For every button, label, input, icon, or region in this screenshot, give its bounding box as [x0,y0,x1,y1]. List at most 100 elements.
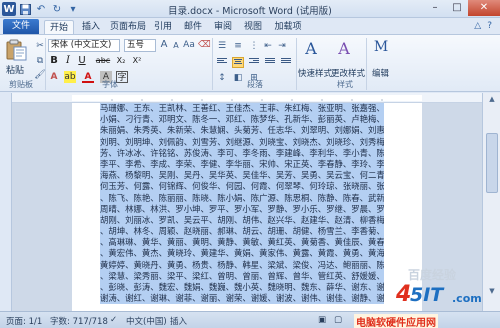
grow-font-icon[interactable]: A [158,39,170,51]
text-line[interactable]: 、高琳琳、黄华、黄丽、黄明、黄静、黄敏、黄红英、黄菊香、黄佳辰、黄春芳、黄晓华 [100,237,384,249]
tab-view[interactable]: 视图 [240,20,266,34]
text-line[interactable]: 、胡坤、林冬、周颖、赵晓丽、郝琳、胡云、胡珊、胡健、杨雪兰、李香菊、王伟、江晓兰 [100,226,384,238]
help-icon[interactable]: ? [487,21,492,31]
text-line[interactable]: 何玉芳、何露、何锦辉、何俊华、何园、何霞、何翠琴、何玲琼、张晓丽、张雪梅、张红 [100,181,384,193]
tab-file[interactable]: 文件 [3,19,39,34]
text-line[interactable]: 马珊娜、王东、王凯林、王善红、王佳杰、王菲、朱红梅、张亚明、张嘉强、邓小娜、郑 [100,103,384,115]
page-count[interactable]: 页面: 1/1 [6,315,42,327]
divider [296,38,297,90]
quick-styles-icon[interactable]: A [300,39,322,63]
undo-icon[interactable]: ↶ [34,2,48,16]
subscript-button[interactable]: X₂ [114,55,128,67]
divider [366,38,367,90]
insert-mode-status[interactable]: 插入 [170,315,187,327]
align-center-icon[interactable] [232,57,244,68]
bullets-icon[interactable]: ☰ [216,40,228,52]
selected-text-block[interactable]: 马珊娜、王东、王凯林、王善红、王佳杰、王菲、朱红梅、张亚明、张嘉强、邓小娜、郑小… [100,103,384,311]
italic-button[interactable]: I [62,55,74,67]
print-layout-icon[interactable]: ▣ [318,315,326,325]
status-bar: 页面: 1/1 字数: 717/718 ✓ 中文(中国) 插入 ▣ ▢ 电脑软硬… [0,311,500,328]
divider [45,38,46,90]
scroll-down-icon[interactable]: ▼ [486,287,498,297]
site-logo-dotcom: .com [452,292,482,305]
tab-home[interactable]: 开始 [44,20,74,34]
font-name-select[interactable]: 宋体 (中文正文) [48,39,120,52]
tab-page-layout[interactable]: 页面布局 [106,20,150,34]
superscript-button[interactable]: X² [130,55,144,67]
ribbon-tabs: 文件 开始 插入 页面布局 引用 邮件 审阅 视图 加载项 △ ? [0,18,500,34]
text-line[interactable]: 、黄宏伟、黄杰、黄晓玲、黄建华、黄娟、黄家伟、黄露、黄霞、黄勇、黄海涛、黄晓强、 [100,248,384,260]
text-line[interactable]: 、梁慧、梁秀丽、梁平、梁红、曾明、曾丽、曾辉、曾华、管红英、舒媛媛、潘颖、彭芳 [100,270,384,282]
align-right-icon[interactable] [248,57,260,68]
paste-button-label[interactable]: 粘贴 [6,63,24,76]
find-binoculars-icon[interactable]: M [370,39,392,63]
increase-indent-icon[interactable]: ⇥ [276,40,288,52]
tab-addins[interactable]: 加载项 [270,20,306,34]
text-line[interactable]: 胡刚、刘丽冰、罗凯、吴云平、胡刚、胡伟、赵兴华、赵建华、赵清、柳香梅、胡海、胡杰 [100,214,384,227]
word-logo-icon[interactable]: W [2,2,16,16]
strikethrough-button[interactable]: abc [94,55,112,67]
text-line[interactable]: 刘明、刘明坤、刘佩韵、刘雪芳、刘继源、刘晓宝、刘晓杰、刘晓珍、刘秀梅、刘国辉、刘 [100,136,384,148]
customize-qat-icon[interactable]: ▾ [66,2,80,16]
tab-references[interactable]: 引用 [150,20,176,34]
line-spacing-icon[interactable]: ↕ [216,72,228,84]
styles-group-label: 样式 [337,80,353,89]
multilevel-list-icon[interactable]: ⋮ [248,40,260,52]
text-line[interactable]: 朱丽娟、朱秀英、朱新荣、朱慧娴、头菊芳、任志华、刘翠明、刘娜娟、刘惠群、刘建军、 [100,125,384,137]
tab-review[interactable]: 审阅 [210,20,236,34]
quick-styles-button[interactable]: 快速样式 [298,67,332,79]
proofing-icon[interactable]: ✓ [110,315,117,325]
divider [212,38,213,90]
align-left-icon[interactable] [216,57,228,68]
text-line[interactable]: 周晴、林娜、林洪、罗小坤、罗平、罗小军、罗静、罗小乐、罗继、罗晨、罗浩、罗华、 [100,203,384,215]
maximize-button[interactable]: □ [446,0,468,16]
text-effects-icon[interactable]: A [48,71,60,83]
document-page[interactable]: 马珊娜、王东、王凯林、王善红、王佳杰、王菲、朱红梅、张亚明、张嘉强、邓小娜、郑小… [72,103,422,311]
underline-button[interactable]: U [76,55,88,67]
change-styles-icon[interactable]: A [333,39,355,63]
ribbon: 粘贴 ✂ ⧉ 🖌 剪贴板 宋体 (中文正文) 五号 A A Aa ⌫ B I U… [0,34,500,92]
justify-icon[interactable] [264,57,276,68]
clear-format-icon[interactable]: ⌫ [198,39,211,51]
save-icon[interactable] [18,2,32,16]
bold-button[interactable]: B [48,55,60,67]
word-count[interactable]: 字数: 717/718 [50,315,108,327]
window-title: 目录.docx - Microsoft Word (试用版) [168,6,332,17]
tab-insert[interactable]: 插入 [78,20,104,34]
baidu-watermark: 百度经验 [408,268,457,282]
close-button[interactable]: ✕ [468,0,500,16]
font-size-select[interactable]: 五号 [124,39,156,52]
scroll-up-icon[interactable]: ▲ [486,95,498,105]
language-status[interactable]: 中文(中国) [126,315,167,327]
vertical-ruler [0,93,12,311]
redo-icon[interactable]: ↻ [50,2,64,16]
minimize-button[interactable]: – [424,0,446,16]
text-line[interactable]: 谢涛、谢红、谢琳、谢菲、谢丽、谢荣、谢媛、谢波、谢伟、谢佳、谢静、谢宏、谢芳、 [100,293,384,305]
site-tagline: 电脑软硬件应用网 [354,314,438,328]
title-bar: W ↶ ↻ ▾ 目录.docx - Microsoft Word (试用版) –… [0,0,500,18]
text-line[interactable]: 李平、李希、李成、李荣、李健、李华丽、宋帅、宋正英、李春静、李玲、李敏、杨海、杨 [100,158,384,171]
tab-mailings[interactable]: 邮件 [180,20,206,34]
text-line[interactable]: 海燕、杨黎明、吴刚、吴丹、吴华英、吴佳华、吴芳、吴勇、吴云宝、何二青、何小骏、 [100,170,384,182]
quick-access-toolbar: W ↶ ↻ ▾ [2,2,80,16]
editing-button[interactable]: 编辑 [372,67,389,79]
text-line[interactable]: 小娟、刁行青、邓明文、陈冬一、邓红、陈梦华、孔新华、彭丽英、卢艳梅、卢雪春、白明… [100,114,384,126]
text-line[interactable]: 、陈飞、陈艳、陈丽丽、陈晓、陈小娟、陈广源、陈思桐、陈静、陈春、武新、苗春、 [100,192,384,204]
distributed-icon[interactable] [280,57,292,68]
shrink-font-icon[interactable]: A [170,40,182,52]
change-styles-button[interactable]: 更改样式 [331,67,365,79]
text-line[interactable]: 黄婷婷、黄晓丹、黄勇、杨贵、杨静、韩星、梁斌、梁俊、冯达、鲍丽丽、陈晶晶、梁洁 [100,259,384,271]
scroll-thumb[interactable] [486,133,498,193]
full-screen-icon[interactable]: ▢ [334,315,342,325]
numbering-icon[interactable]: ≡ [232,40,244,52]
text-line[interactable]: 芳、许冰冰、许铭铭、苏俊涛、李可、李冬雨、李建峰、李利华、李小青、陈明亮、李宏、 [100,147,384,159]
vertical-scrollbar[interactable]: ▲ ▼ [482,93,500,311]
change-case-icon[interactable]: Aa [183,39,195,51]
text-line[interactable]: 、彭晓、彭涛、魏宏、魏娟、魏巍、魏小英、魏晓明、魏东、薛华、谢东、谢敏、谢燕、 [100,282,384,294]
decrease-indent-icon[interactable]: ⇤ [262,40,274,52]
horizontal-ruler [12,93,482,103]
font-group-label: 字体 [102,80,118,89]
paste-icon[interactable] [5,39,29,61]
highlight-icon[interactable]: ab [64,71,76,83]
minimize-ribbon-icon[interactable]: △ [474,21,481,31]
